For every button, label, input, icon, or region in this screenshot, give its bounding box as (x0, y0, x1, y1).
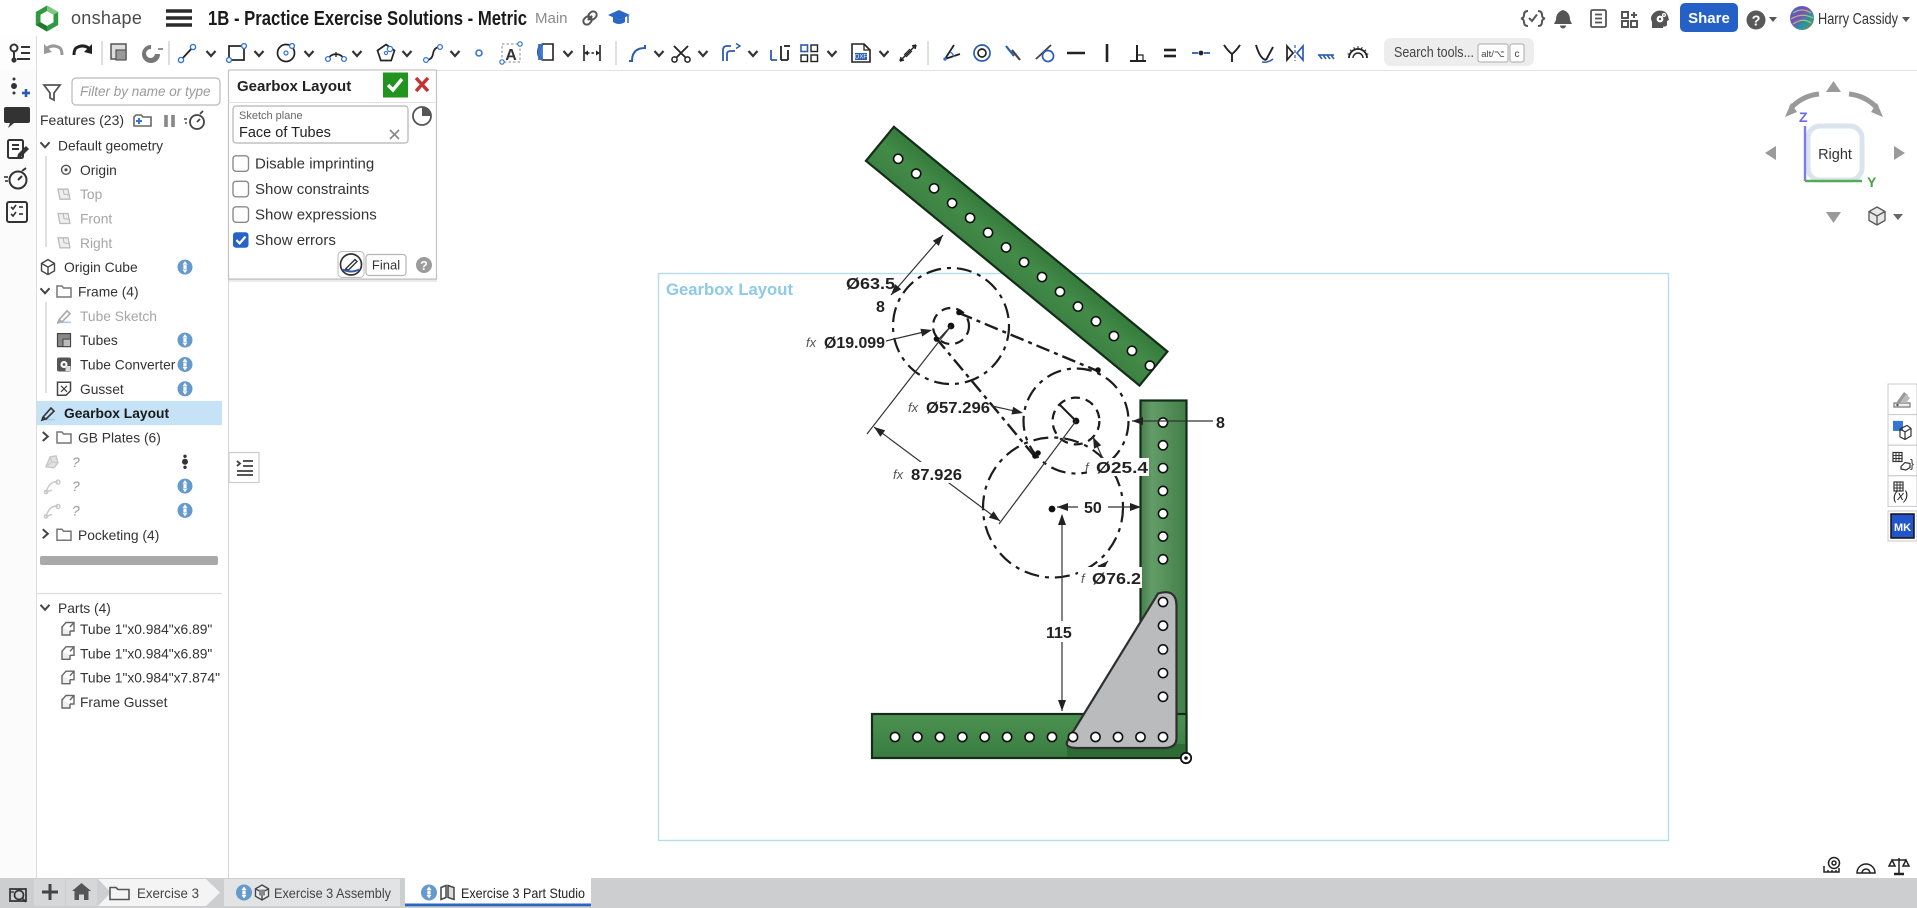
svg-text:Default geometry: Default geometry (58, 139, 163, 154)
svg-text:?: ? (72, 455, 80, 470)
svg-text:Y: Y (1867, 174, 1877, 190)
svg-text:Gearbox Layout: Gearbox Layout (666, 280, 793, 299)
svg-text:Tube 1"x0.984"x6.89": Tube 1"x0.984"x6.89" (80, 646, 212, 661)
svg-text:?: ? (1752, 14, 1761, 30)
svg-text:Parts (4): Parts (4) (58, 601, 111, 616)
svg-text:Right: Right (1818, 147, 1852, 163)
svg-text:Features (23): Features (23) (40, 112, 124, 128)
svg-text:Ø76.2: Ø76.2 (1092, 571, 1141, 588)
svg-text:Top: Top (80, 187, 103, 202)
svg-text:Exercise 3: Exercise 3 (137, 885, 199, 901)
svg-text:onshape: onshape (71, 8, 142, 28)
svg-text:Gusset: Gusset (80, 382, 124, 397)
svg-text:Ø19.099: Ø19.099 (824, 335, 885, 352)
svg-text:Search tools...: Search tools... (1394, 45, 1474, 61)
svg-text:87.926: 87.926 (911, 467, 962, 484)
svg-text:Right: Right (80, 236, 112, 251)
svg-text:Main: Main (535, 10, 568, 27)
svg-text:Tubes: Tubes (80, 333, 118, 348)
svg-text:A: A (505, 47, 517, 64)
svg-text:Disable imprinting: Disable imprinting (255, 156, 374, 173)
svg-text:8: 8 (876, 299, 885, 316)
svg-text:DXF: DXF (855, 55, 867, 61)
svg-text:Final: Final (372, 258, 400, 273)
svg-text:(x): (x) (1893, 488, 1908, 503)
svg-text:Show expressions: Show expressions (255, 207, 377, 224)
svg-text:Face of Tubes: Face of Tubes (239, 125, 331, 141)
svg-text:Harry Cassidy: Harry Cassidy (1818, 11, 1898, 28)
svg-text:Tube 1"x0.984"x6.89": Tube 1"x0.984"x6.89" (80, 622, 212, 637)
svg-text:Show errors: Show errors (255, 232, 336, 249)
svg-text:Sketch plane: Sketch plane (239, 110, 303, 122)
svg-text:Share: Share (1688, 10, 1730, 27)
svg-text:}: } (1910, 457, 1914, 471)
svg-text:MK: MK (1894, 522, 1911, 534)
svg-text:Front: Front (80, 212, 112, 227)
svg-text:Gearbox Layout: Gearbox Layout (64, 406, 169, 421)
svg-text:Exercise 3 Assembly: Exercise 3 Assembly (274, 885, 391, 901)
svg-text:fx: fx (908, 400, 919, 415)
svg-text:Z: Z (1799, 109, 1808, 125)
svg-text:Pocketing (4): Pocketing (4) (78, 528, 159, 543)
svg-text:?: ? (420, 259, 428, 273)
svg-text:Tube 1"x0.984"x7.874": Tube 1"x0.984"x7.874" (80, 671, 220, 686)
svg-text:Origin Cube: Origin Cube (64, 260, 138, 275)
svg-text:Frame (4): Frame (4) (78, 285, 139, 300)
svg-text:Tube Sketch: Tube Sketch (80, 309, 157, 324)
svg-text:GB Plates (6): GB Plates (6) (78, 431, 161, 446)
svg-text:c: c (1515, 49, 1520, 60)
svg-text:50: 50 (1084, 500, 1102, 517)
svg-text:fx: fx (893, 467, 904, 482)
svg-text:Ø57.296: Ø57.296 (926, 400, 990, 417)
svg-text:Tube Converter: Tube Converter (80, 358, 176, 373)
svg-text:Gearbox Layout: Gearbox Layout (237, 78, 351, 95)
svg-text:8: 8 (1216, 415, 1225, 432)
svg-text:115: 115 (1046, 625, 1072, 642)
svg-text:Frame Gusset: Frame Gusset (80, 695, 168, 710)
svg-text:Show constraints: Show constraints (255, 181, 369, 198)
svg-text:Filter by name or type: Filter by name or type (80, 84, 211, 99)
svg-text:?: ? (72, 479, 80, 494)
svg-text:alt/⌥: alt/⌥ (1481, 49, 1505, 60)
svg-text:Ø25.4: Ø25.4 (1096, 460, 1148, 477)
svg-text:1B - Practice Exercise Solutio: 1B - Practice Exercise Solutions - Metri… (208, 8, 527, 30)
svg-text:Exercise 3 Part Studio: Exercise 3 Part Studio (461, 885, 585, 901)
svg-text:fx: fx (806, 335, 817, 350)
svg-text:Origin: Origin (80, 163, 117, 178)
svg-text:Ø63.5: Ø63.5 (846, 276, 895, 293)
svg-text:?: ? (72, 504, 80, 519)
